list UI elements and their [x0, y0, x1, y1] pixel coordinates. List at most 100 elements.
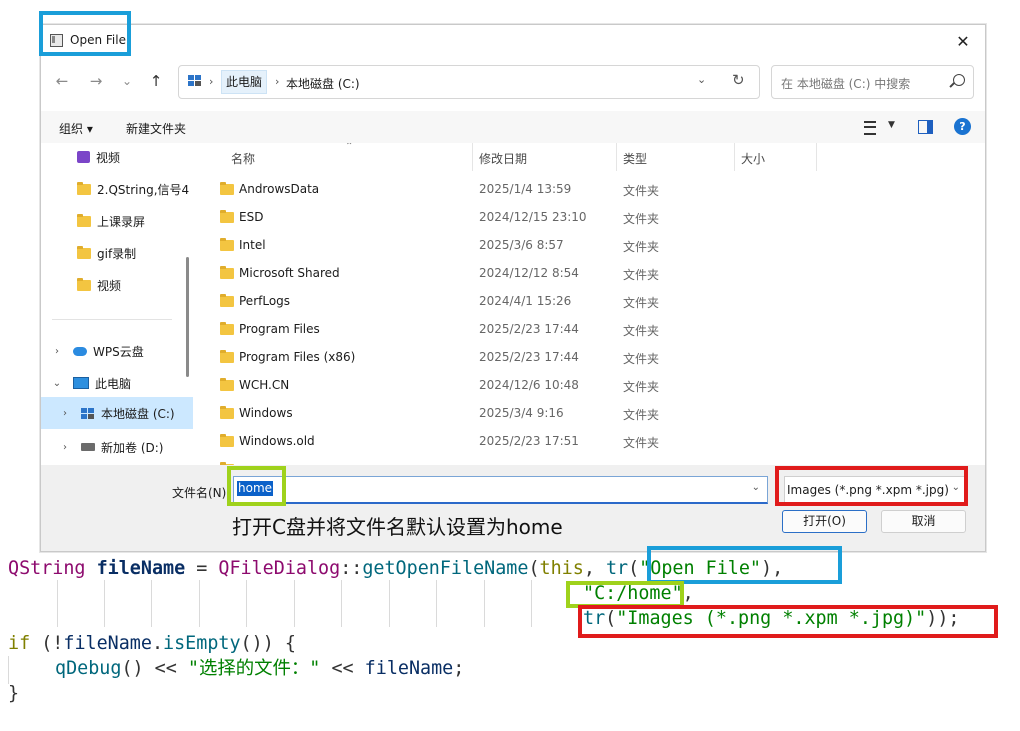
file-type: 文件夹	[623, 296, 660, 310]
nav-item-video-pinned[interactable]: 视频 📌	[41, 143, 193, 171]
view-dropdown-icon[interactable]: ▼	[888, 120, 895, 130]
file-name: Program Files	[239, 322, 320, 336]
organize-button[interactable]: 组织 ▾	[59, 120, 93, 137]
navigation-pane: 视频 📌 2.QString,信号4 上课录屏 gif录制 视频 › WPS云盘…	[41, 143, 193, 465]
nav-item-this-pc[interactable]: ⌄ 此电脑	[41, 369, 191, 397]
file-row[interactable]: Program Files 2025/2/23 17:44 文件夹	[198, 315, 938, 343]
chevron-down-icon[interactable]: ⌄	[952, 482, 960, 493]
view-details-icon[interactable]	[864, 121, 876, 135]
address-bar[interactable]: › 此电脑 › 本地磁盘 (C:) ⌄ ↻	[178, 65, 760, 99]
preview-pane-icon[interactable]	[918, 120, 933, 134]
code-line-5: qDebug() << "选择的文件：" << fileName;	[55, 658, 465, 679]
file-name: Windows	[239, 406, 293, 420]
file-name: AndrowsData	[239, 182, 320, 196]
search-icon[interactable]	[953, 74, 965, 86]
nav-item-label: 此电脑	[95, 376, 132, 391]
nav-item-label: 视频	[97, 278, 122, 293]
nav-item-label: WPS云盘	[93, 344, 144, 359]
file-row[interactable]: Microsoft Shared 2024/12/12 8:54 文件夹	[198, 259, 938, 287]
refresh-icon[interactable]: ↻	[732, 71, 745, 89]
dialog-footer: 文件名(N): home ⌄ Images (*.png *.xpm *.jpg…	[41, 465, 985, 551]
new-folder-button[interactable]: 新建文件夹	[126, 120, 186, 137]
file-row[interactable]: Intel 2025/3/6 8:57 文件夹	[198, 231, 938, 259]
file-type-filter-value[interactable]: Images (*.png *.xpm *.jpg)	[787, 483, 949, 497]
file-row[interactable]: ESD 2024/12/15 23:10 文件夹	[198, 203, 938, 231]
indent-guide	[57, 580, 58, 627]
recent-locations-chevron-icon[interactable]: ⌄	[115, 69, 139, 93]
expand-chevron-icon[interactable]: ›	[51, 346, 63, 357]
close-button[interactable]: ✕	[941, 25, 985, 57]
collapse-chevron-icon[interactable]: ⌄	[51, 378, 63, 389]
folder-icon	[220, 434, 234, 447]
breadcrumb-local-disk-c[interactable]: 本地磁盘 (C:)	[286, 75, 360, 92]
dialog-title: Open File	[70, 33, 126, 47]
indent-guide	[151, 580, 152, 627]
file-name: ESD	[239, 210, 264, 224]
column-header-date[interactable]: 修改日期	[479, 150, 527, 167]
forward-arrow-icon[interactable]: →	[84, 69, 108, 93]
file-row[interactable]: PerfLogs 2024/4/1 15:26 文件夹	[198, 287, 938, 315]
help-icon[interactable]: ?	[954, 118, 971, 135]
back-arrow-icon[interactable]: ←	[50, 69, 74, 93]
folder-icon	[77, 277, 91, 291]
indent-guide	[199, 580, 200, 627]
file-date: 2025/2/23 17:44	[479, 322, 579, 336]
drive-icon	[81, 443, 95, 451]
nav-item-label: 视频	[96, 150, 121, 165]
file-row[interactable]: Windows.old 2025/2/23 17:51 文件夹	[198, 427, 938, 455]
file-name: PerfLogs	[239, 294, 291, 308]
file-date: 2024/12/6 10:48	[479, 378, 579, 392]
folder-icon	[220, 182, 234, 195]
file-row[interactable]: AndrowsData 2025/1/4 13:59 文件夹	[198, 175, 938, 203]
expand-chevron-icon[interactable]: ›	[59, 408, 71, 419]
nav-scrollbar[interactable]	[186, 257, 189, 377]
nav-item-video[interactable]: 视频	[41, 271, 193, 299]
file-name: Program Files (x86)	[239, 350, 356, 364]
column-divider[interactable]	[472, 143, 473, 171]
folder-icon	[77, 213, 91, 227]
up-arrow-icon[interactable]: ↑	[144, 69, 168, 93]
column-header-size[interactable]: 大小	[741, 150, 765, 167]
code-line-3: tr("Images (*.png *.xpm *.jpg)"));	[583, 608, 960, 629]
nav-item-qstring[interactable]: 2.QString,信号4	[41, 175, 193, 203]
file-date: 2024/12/15 23:10	[479, 210, 587, 224]
breadcrumb-this-pc[interactable]: 此电脑	[221, 70, 268, 94]
address-dropdown-icon[interactable]: ⌄	[697, 73, 706, 86]
filename-value[interactable]: home	[237, 481, 274, 496]
column-divider[interactable]	[616, 143, 617, 171]
nav-item-local-disk-c[interactable]: › 本地磁盘 (C:)	[41, 397, 193, 429]
nav-item-gif[interactable]: gif录制	[41, 239, 193, 267]
file-row-partial[interactable]	[198, 455, 938, 465]
column-divider[interactable]	[816, 143, 817, 171]
filename-label: 文件名(N):	[172, 486, 231, 500]
folder-icon	[220, 378, 234, 391]
search-box[interactable]: 在 本地磁盘 (C:) 中搜索	[771, 65, 974, 99]
file-name: Microsoft Shared	[239, 266, 340, 280]
nav-item-class-recording[interactable]: 上课录屏	[41, 207, 193, 235]
column-divider[interactable]	[734, 143, 735, 171]
nav-item-drive-d[interactable]: › 新加卷 (D:)	[41, 433, 193, 461]
file-date: 2024/12/12 8:54	[479, 266, 579, 280]
column-header-type[interactable]: 类型	[623, 150, 647, 167]
indent-guide	[104, 580, 105, 627]
file-type: 文件夹	[623, 240, 660, 254]
expand-chevron-icon[interactable]: ›	[59, 442, 71, 453]
file-type-filter-select[interactable]: Images (*.png *.xpm *.jpg) ⌄	[784, 476, 967, 503]
folder-icon	[220, 406, 234, 419]
file-row[interactable]: WCH.CN 2024/12/6 10:48 文件夹	[198, 371, 938, 399]
cancel-button[interactable]: 取消	[881, 510, 966, 533]
folder-icon	[220, 350, 234, 363]
file-row[interactable]: Program Files (x86) 2025/2/23 17:44 文件夹	[198, 343, 938, 371]
folder-icon	[220, 266, 234, 279]
open-button[interactable]: 打开(O)	[782, 510, 867, 533]
chevron-down-icon[interactable]: ⌄	[752, 482, 760, 493]
search-input[interactable]: 在 本地磁盘 (C:) 中搜索	[781, 75, 910, 92]
computer-icon	[73, 377, 89, 389]
column-header-name[interactable]: 名称	[231, 150, 255, 167]
nav-item-wps-cloud[interactable]: › WPS云盘	[41, 337, 191, 365]
file-row[interactable]: Windows 2025/3/4 9:16 文件夹	[198, 399, 938, 427]
nav-item-label: 本地磁盘 (C:)	[101, 406, 175, 421]
filename-input[interactable]: home ⌄	[233, 476, 768, 504]
indent-guide	[436, 580, 437, 627]
app-window-icon	[50, 34, 63, 47]
